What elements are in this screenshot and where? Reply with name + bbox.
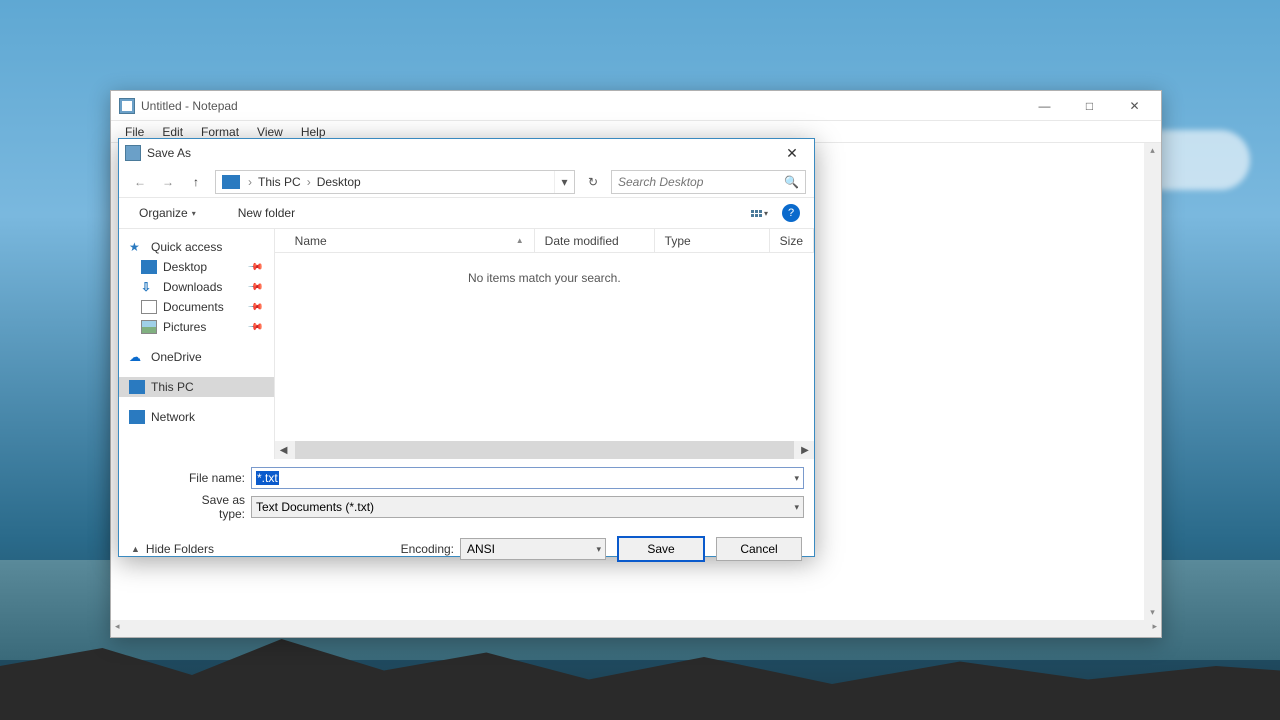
search-icon[interactable]: 🔍 — [784, 175, 799, 189]
dialog-titlebar[interactable]: Save As ✕ — [119, 139, 814, 167]
chevron-down-icon: ▾ — [764, 209, 768, 218]
chevron-up-icon: ▲ — [131, 544, 140, 554]
chevron-down-icon[interactable]: ▾ — [794, 502, 799, 513]
column-name[interactable]: Name ▲ — [275, 229, 535, 252]
star-icon: ★ — [129, 240, 145, 254]
savetype-value: Text Documents (*.txt) — [256, 500, 374, 514]
maximize-button[interactable]: □ — [1067, 91, 1112, 120]
document-icon — [141, 300, 157, 314]
column-size[interactable]: Size — [770, 229, 814, 252]
pictures-icon — [141, 320, 157, 334]
nav-quick-access[interactable]: ★ Quick access — [119, 237, 274, 257]
scroll-left-icon[interactable]: ◀ — [275, 445, 293, 456]
pin-icon: 📌 — [247, 299, 264, 316]
chevron-right-icon: › — [246, 175, 254, 189]
chevron-right-icon: › — [305, 175, 313, 189]
pin-icon: 📌 — [247, 259, 264, 276]
encoding-label: Encoding: — [401, 542, 454, 556]
hide-folders-button[interactable]: ▲ Hide Folders — [131, 542, 214, 556]
breadcrumb-desktop[interactable]: Desktop — [313, 171, 365, 193]
forward-button[interactable]: → — [155, 170, 181, 194]
save-button[interactable]: Save — [618, 537, 704, 561]
encoding-value: ANSI — [467, 542, 495, 556]
network-icon — [129, 410, 145, 424]
up-button[interactable]: ↑ — [183, 170, 209, 194]
address-dropdown[interactable]: ▾ — [554, 171, 574, 193]
notepad-titlebar[interactable]: Untitled - Notepad — □ ✕ — [111, 91, 1161, 121]
column-date[interactable]: Date modified — [535, 229, 655, 252]
back-button[interactable]: ← — [127, 170, 153, 194]
download-icon: ⇩ — [141, 280, 157, 294]
chevron-down-icon: ▾ — [192, 209, 196, 218]
minimize-button[interactable]: — — [1022, 91, 1067, 120]
horizontal-scrollbar[interactable] — [111, 620, 1161, 637]
chevron-down-icon[interactable]: ▾ — [794, 473, 799, 484]
close-button[interactable]: ✕ — [1112, 91, 1157, 120]
scroll-right-icon[interactable]: ▶ — [796, 445, 814, 456]
dialog-icon — [125, 145, 141, 161]
vertical-scrollbar[interactable] — [1144, 143, 1161, 620]
pc-icon — [129, 380, 145, 394]
filename-value: *.txt — [256, 471, 279, 485]
scroll-thumb[interactable] — [295, 441, 794, 459]
dialog-close-button[interactable]: ✕ — [776, 141, 808, 165]
organize-button[interactable]: Organize▾ — [133, 202, 202, 224]
view-options-button[interactable]: ▾ — [747, 207, 772, 220]
cloud-icon: ☁ — [129, 350, 145, 364]
nav-network[interactable]: Network — [119, 407, 274, 427]
nav-downloads[interactable]: ⇩ Downloads 📌 — [119, 277, 274, 297]
encoding-select[interactable]: ANSI ▾ — [460, 538, 606, 560]
navigation-row: ← → ↑ › This PC › Desktop ▾ ↻ 🔍 — [119, 167, 814, 197]
nav-onedrive[interactable]: ☁ OneDrive — [119, 347, 274, 367]
search-input[interactable] — [618, 175, 784, 189]
nav-pictures[interactable]: Pictures 📌 — [119, 317, 274, 337]
address-bar[interactable]: › This PC › Desktop ▾ — [215, 170, 575, 194]
pin-icon: 📌 — [247, 279, 264, 296]
search-box[interactable]: 🔍 — [611, 170, 806, 194]
folder-icon — [222, 175, 240, 189]
nav-this-pc[interactable]: This PC — [119, 377, 274, 397]
filename-label: File name: — [179, 471, 245, 485]
dialog-title: Save As — [147, 146, 776, 160]
toolbar: Organize▾ New folder ▾ ? — [119, 197, 814, 229]
refresh-button[interactable]: ↻ — [581, 170, 605, 194]
sort-indicator-icon: ▲ — [516, 236, 524, 245]
nav-documents[interactable]: Documents 📌 — [119, 297, 274, 317]
desktop-icon — [141, 260, 157, 274]
filename-input[interactable]: *.txt ▾ — [251, 467, 804, 489]
save-as-dialog: Save As ✕ ← → ↑ › This PC › Desktop ▾ ↻ … — [118, 138, 815, 557]
notepad-title: Untitled - Notepad — [141, 99, 1022, 113]
empty-message: No items match your search. — [275, 253, 814, 441]
cancel-button[interactable]: Cancel — [716, 537, 802, 561]
chevron-down-icon[interactable]: ▾ — [596, 544, 601, 555]
help-button[interactable]: ? — [782, 204, 800, 222]
nav-desktop[interactable]: Desktop 📌 — [119, 257, 274, 277]
new-folder-button[interactable]: New folder — [232, 202, 301, 224]
savetype-label: Save as type: — [179, 493, 245, 521]
navigation-pane: ★ Quick access Desktop 📌 ⇩ Downloads 📌 D… — [119, 229, 275, 459]
notepad-icon — [119, 98, 135, 114]
file-list-scrollbar[interactable]: ◀ ▶ — [275, 441, 814, 459]
file-list-pane: Name ▲ Date modified Type Size No items … — [275, 229, 814, 459]
pin-icon: 📌 — [247, 319, 264, 336]
column-headers: Name ▲ Date modified Type Size — [275, 229, 814, 253]
breadcrumb-this-pc[interactable]: This PC — [254, 171, 305, 193]
column-type[interactable]: Type — [655, 229, 770, 252]
savetype-select[interactable]: Text Documents (*.txt) ▾ — [251, 496, 804, 518]
